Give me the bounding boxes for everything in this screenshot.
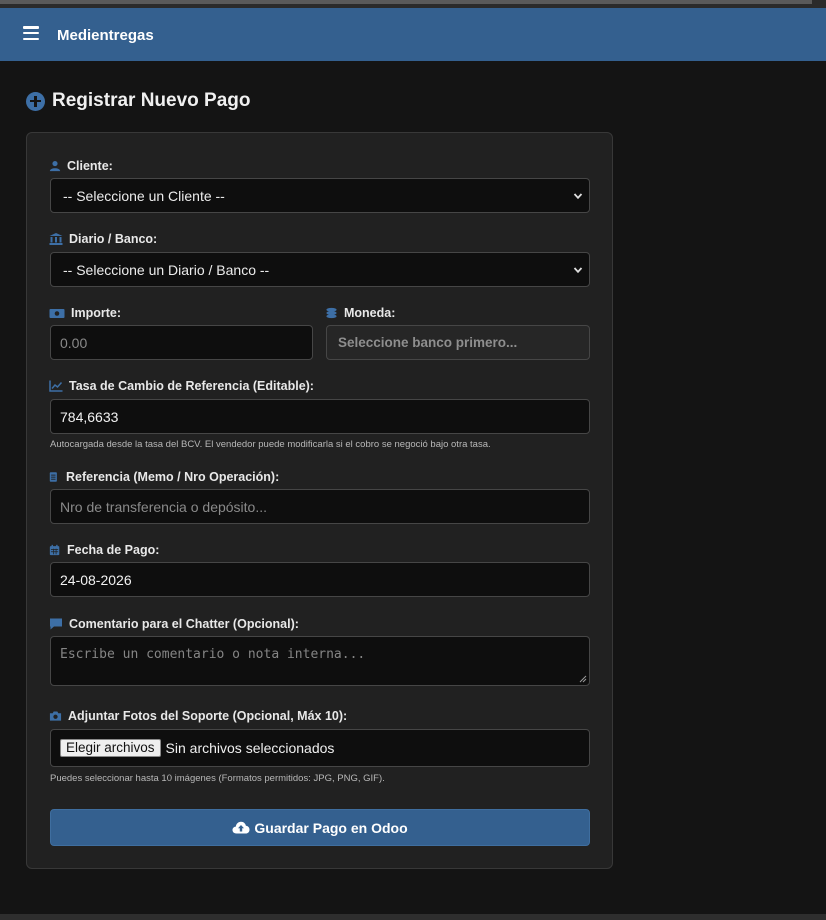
fotos-label: Adjuntar Fotos del Soporte (Opcional, Má… — [49, 709, 347, 723]
comentario-textarea[interactable]: Escribe un comentario o nota interna... — [50, 636, 590, 686]
tasa-help-text: Autocargada desde la tasa del BCV. El ve… — [50, 439, 491, 450]
save-payment-button-label: Guardar Pago en Odoo — [254, 819, 408, 836]
chevron-down-icon — [573, 266, 583, 273]
tasa-input[interactable]: 784,6633 — [50, 399, 590, 434]
comment-icon — [50, 618, 62, 630]
tasa-label: Tasa de Cambio de Referencia (Editable): — [49, 379, 314, 393]
comentario-placeholder: Escribe un comentario o nota interna... — [60, 647, 366, 662]
referencia-label-text: Referencia (Memo / Nro Operación): — [66, 470, 280, 484]
save-payment-button[interactable]: Guardar Pago en Odoo — [50, 809, 590, 846]
bottom-border — [0, 914, 826, 920]
comentario-label: Comentario para el Chatter (Opcional): — [49, 617, 299, 631]
fecha-label: Fecha de Pago: — [49, 543, 159, 557]
referencia-label: Referencia (Memo / Nro Operación): — [49, 470, 279, 484]
cliente-select-value: -- Seleccione un Cliente -- — [63, 187, 225, 204]
diario-label: Diario / Banco: — [49, 232, 157, 246]
fotos-file-input[interactable]: Elegir archivos Sin archivos seleccionad… — [50, 729, 590, 767]
cliente-select[interactable]: -- Seleccione un Cliente -- — [50, 178, 590, 213]
fecha-input[interactable]: 24-08-2026 — [50, 562, 590, 597]
moneda-value: Seleccione banco primero... — [338, 335, 518, 350]
diario-select-value: -- Seleccione un Diario / Banco -- — [63, 261, 270, 278]
tasa-value: 784,6633 — [60, 408, 119, 425]
fotos-help-text: Puedes seleccionar hasta 10 imágenes (Fo… — [50, 773, 385, 784]
importe-input[interactable]: 0.00 — [50, 325, 313, 360]
file-text-icon — [49, 472, 57, 482]
resize-handle-icon[interactable] — [579, 675, 587, 683]
diario-label-text: Diario / Banco: — [69, 232, 158, 246]
comentario-label-text: Comentario para el Chatter (Opcional): — [69, 617, 299, 631]
user-icon — [49, 161, 61, 172]
referencia-input[interactable]: Nro de transferencia o depósito... — [50, 489, 590, 524]
navbar: Medientregas — [0, 8, 826, 61]
importe-label: Importe: — [49, 306, 121, 320]
page-title-text: Registrar Nuevo Pago — [52, 90, 251, 111]
chevron-down-icon — [573, 192, 583, 199]
fecha-label-text: Fecha de Pago: — [67, 543, 160, 557]
referencia-placeholder: Nro de transferencia o depósito... — [60, 498, 268, 515]
importe-label-text: Importe: — [71, 306, 121, 320]
moneda-label: Moneda: — [325, 306, 395, 320]
chart-line-icon — [49, 380, 63, 392]
fecha-value: 24-08-2026 — [60, 571, 132, 588]
page-title: Registrar Nuevo Pago — [26, 90, 251, 112]
camera-icon — [49, 711, 62, 721]
payment-form-card: Cliente: -- Seleccione un Cliente -- Dia… — [26, 132, 613, 869]
moneda-label-text: Moneda: — [344, 306, 396, 320]
importe-placeholder: 0.00 — [60, 334, 88, 351]
brand-title[interactable]: Medientregas — [57, 27, 154, 44]
browser-top-strip — [0, 0, 826, 8]
coins-icon — [326, 307, 337, 319]
money-bill-icon — [49, 309, 65, 318]
diario-select[interactable]: -- Seleccione un Diario / Banco -- — [50, 252, 590, 287]
cloud-upload-icon — [232, 821, 250, 834]
choose-files-button[interactable]: Elegir archivos — [60, 739, 161, 757]
bank-icon — [49, 233, 63, 245]
calendar-icon — [49, 544, 60, 556]
cliente-label: Cliente: — [49, 159, 113, 173]
tasa-label-text: Tasa de Cambio de Referencia (Editable): — [69, 379, 314, 393]
hamburger-icon[interactable] — [23, 26, 39, 41]
file-status-text: Sin archivos seleccionados — [165, 740, 335, 756]
plus-circle-icon — [26, 91, 45, 111]
cliente-label-text: Cliente: — [67, 159, 113, 173]
moneda-field: Seleccione banco primero... — [326, 325, 590, 360]
fotos-label-text: Adjuntar Fotos del Soporte (Opcional, Má… — [68, 709, 348, 723]
